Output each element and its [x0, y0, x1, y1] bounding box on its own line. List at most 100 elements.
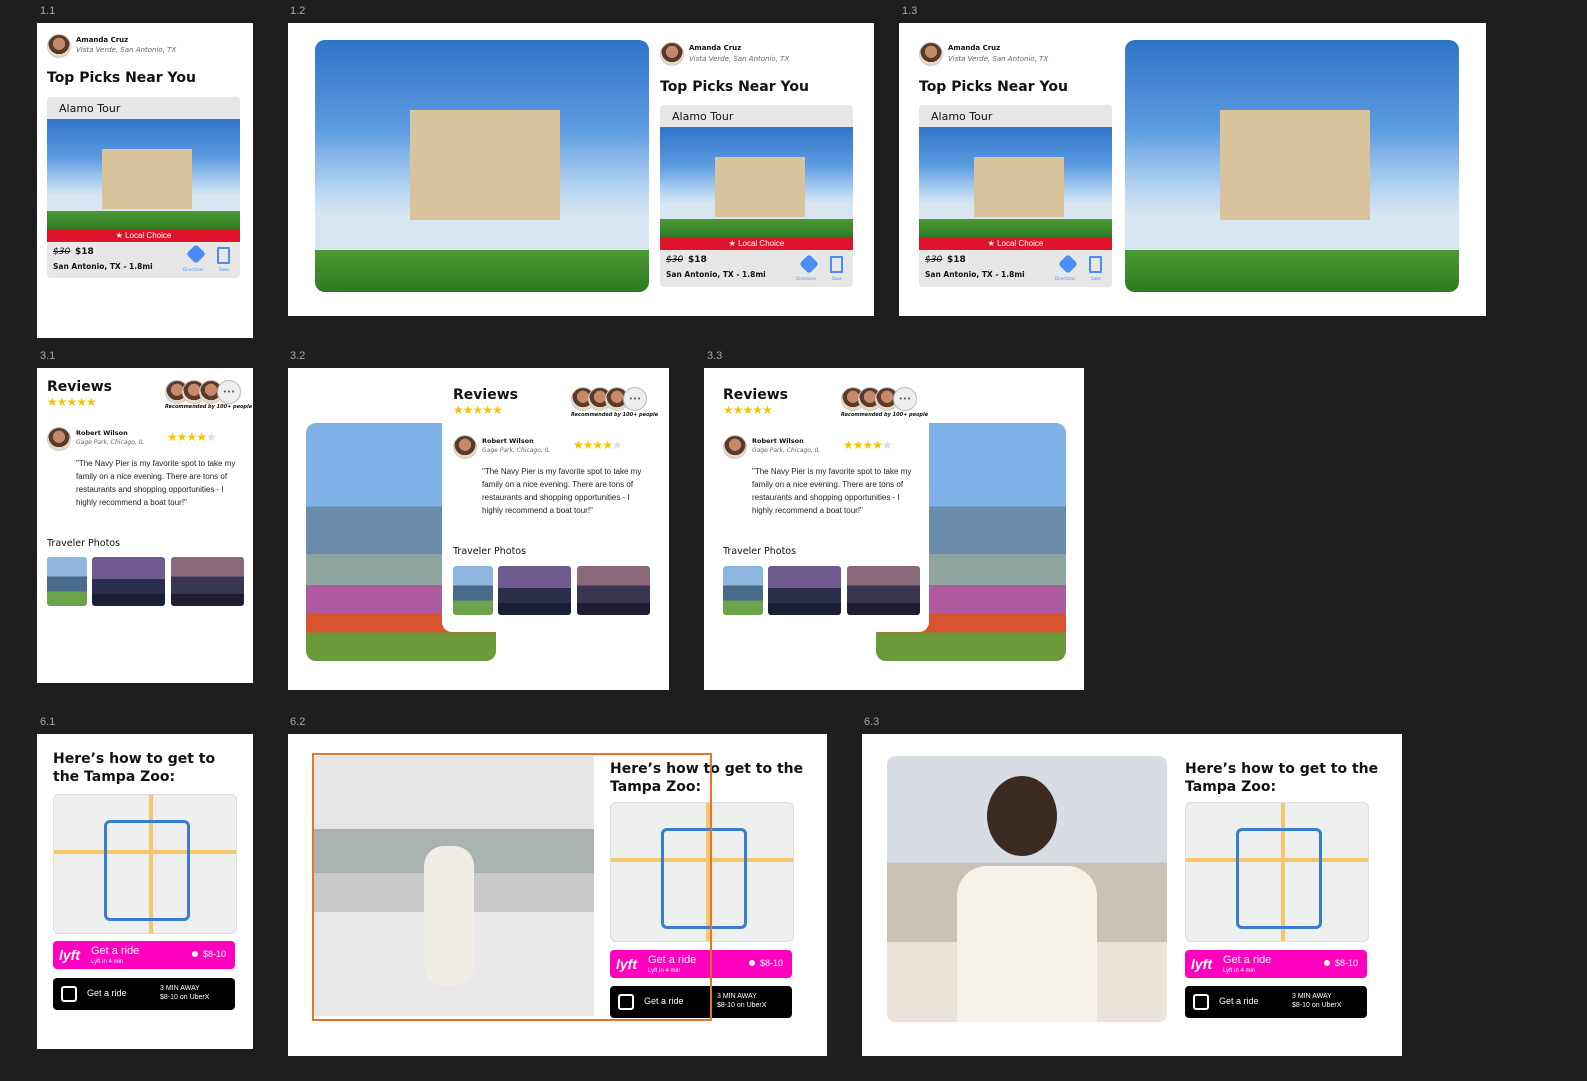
frame-label: 3.2 — [290, 350, 306, 362]
place: San Antonio, TX - 1.8mi — [666, 270, 766, 279]
frame-3-1[interactable]: Reviews ★★★★★ ••• Recommended by 100+ pe… — [37, 368, 253, 683]
user-name: Amanda Cruz — [689, 44, 742, 52]
alamo-photo — [47, 119, 240, 229]
person-hair-shape — [987, 776, 1057, 856]
traveler-photo[interactable] — [577, 566, 650, 615]
directions-icon[interactable] — [1058, 254, 1078, 274]
price: $18 — [75, 247, 94, 257]
traveler-photo[interactable] — [92, 557, 165, 606]
alamo-hero-photo — [1125, 40, 1459, 292]
traveler-photos-heading: Traveler Photos — [453, 546, 527, 557]
lyft-logo: lyft — [59, 947, 80, 963]
tour-card[interactable]: Alamo Tour ★ Local Choice $30 $18 San An… — [660, 105, 853, 287]
person-shirt-shape — [957, 866, 1097, 1022]
uber-logo-icon — [1193, 994, 1209, 1010]
reviewer-stars: ★★★★★ — [843, 438, 893, 452]
frame-3-2[interactable]: Reviews ★★★★★ ••• Recommended by 100+ pe… — [288, 368, 669, 690]
traveler-photo[interactable] — [47, 557, 87, 606]
building-shape — [974, 157, 1064, 217]
reviewer-avatar — [453, 435, 477, 459]
bookmark-icon[interactable] — [830, 256, 843, 273]
uber-ride-button[interactable]: Get a ride 3 MIN AWAY $8-10 on UberX — [53, 978, 235, 1010]
traveler-photo[interactable] — [768, 566, 841, 615]
alamo-photo — [660, 127, 853, 237]
frame-6-2[interactable]: Here’s how to get to the Tampa Zoo: lyft… — [288, 734, 827, 1056]
uber-ride-button[interactable]: Get a ride 3 MIN AWAY $8-10 on UberX — [1185, 986, 1367, 1018]
clock-icon — [1324, 960, 1330, 966]
frame-label: 3.1 — [40, 350, 56, 362]
reviewer-stars: ★★★★★ — [167, 430, 217, 444]
ride-heading: Here’s how to get to the Tampa Zoo: — [1185, 761, 1379, 795]
user-avatar — [660, 42, 684, 66]
building-shape — [715, 157, 805, 217]
more-avatars-icon[interactable]: ••• — [623, 387, 647, 411]
directions-label: Directions — [183, 267, 204, 272]
user-avatar — [919, 42, 943, 66]
reviewer-stars: ★★★★★ — [573, 438, 623, 452]
lyft-cta: Get a ride — [91, 945, 140, 957]
user-location: Vista Verde, San Antonio, TX — [689, 55, 790, 63]
bookmark-icon[interactable] — [217, 247, 230, 264]
tour-card[interactable]: Alamo Tour ★ Local Choice $30 $18 San An… — [919, 105, 1112, 287]
traveler-photo[interactable] — [171, 557, 244, 606]
user-location: Vista Verde, San Antonio, TX — [948, 55, 1049, 63]
reviews-heading: Reviews — [47, 379, 112, 395]
route-map[interactable] — [53, 794, 237, 934]
traveler-photo[interactable] — [847, 566, 920, 615]
more-avatars-icon[interactable]: ••• — [893, 387, 917, 411]
grass-shape — [660, 219, 853, 237]
bookmark-icon[interactable] — [1089, 256, 1102, 273]
page-title: Top Picks Near You — [919, 79, 1068, 95]
rating-stars: ★★★★★ — [723, 403, 773, 417]
traveler-photo[interactable] — [453, 566, 493, 615]
recommended-text: Recommended by 100+ people — [165, 404, 253, 410]
rating-stars: ★★★★★ — [47, 395, 97, 409]
lyft-logo: lyft — [1191, 956, 1212, 972]
uber-logo-icon — [61, 986, 77, 1002]
frame-6-1[interactable]: Here’s how to get to the Tampa Zoo: lyft… — [37, 734, 253, 1049]
uber-price: $8-10 on UberX — [1292, 1002, 1342, 1009]
clock-icon — [192, 951, 198, 957]
recommended-text: Recommended by 100+ people — [841, 412, 929, 418]
local-choice-badge: ★ Local Choice — [660, 237, 853, 250]
page-title: Top Picks Near You — [660, 79, 809, 95]
reviewer-name: Robert Wilson — [752, 437, 804, 445]
building-shape — [102, 149, 192, 209]
lyft-ride-button[interactable]: lyft Get a ride Lyft in 4 min $8-10 — [53, 941, 235, 969]
directions-icon[interactable] — [186, 244, 206, 264]
frame-1-3[interactable]: Amanda Cruz Vista Verde, San Antonio, TX… — [899, 23, 1486, 316]
user-location: Vista Verde, San Antonio, TX — [76, 46, 177, 54]
frame-label: 6.2 — [290, 716, 306, 728]
price: $18 — [947, 255, 966, 265]
reviews-panel: Reviews ★★★★★ ••• Recommended by 100+ pe… — [442, 378, 669, 632]
frame-1-1[interactable]: Amanda Cruz Vista Verde, San Antonio, TX… — [37, 23, 253, 338]
traveler-photo[interactable] — [498, 566, 571, 615]
reviewer-name: Robert Wilson — [482, 437, 534, 445]
frame-label: 1.2 — [290, 5, 306, 17]
tour-card[interactable]: Alamo Tour ★ Local Choice $30 $18 San An… — [47, 97, 240, 278]
user-avatar — [47, 34, 71, 58]
directions-icon[interactable] — [799, 254, 819, 274]
traveler-photo[interactable] — [723, 566, 763, 615]
local-choice-badge: ★ Local Choice — [47, 229, 240, 242]
frame-label: 1.3 — [902, 5, 918, 17]
card-title: Alamo Tour — [931, 110, 993, 123]
grass-shape — [47, 211, 240, 229]
more-avatars-icon[interactable]: ••• — [217, 380, 241, 404]
frame-1-2[interactable]: Amanda Cruz Vista Verde, San Antonio, TX… — [288, 23, 874, 316]
woman-hailing-photo — [887, 756, 1167, 1022]
frame-3-3[interactable]: Reviews ★★★★★ ••• Recommended by 100+ pe… — [704, 368, 1084, 690]
route-map[interactable] — [1185, 802, 1369, 942]
user-name: Amanda Cruz — [948, 44, 1001, 52]
frame-6-3[interactable]: Here’s how to get to the Tampa Zoo: lyft… — [862, 734, 1402, 1056]
frame-label: 6.3 — [864, 716, 880, 728]
price: $18 — [688, 255, 707, 265]
uber-price: $8-10 on UberX — [160, 994, 210, 1001]
lyft-ride-button[interactable]: lyft Get a ride Lyft in 4 min $8-10 — [1185, 950, 1367, 978]
uber-price: $8-10 on UberX — [717, 1002, 767, 1009]
selection-outline[interactable] — [312, 753, 712, 1021]
reviews-panel: Reviews ★★★★★ ••• Recommended by 100+ pe… — [712, 378, 929, 632]
lyft-price: $8-10 — [203, 949, 227, 959]
reviewer-avatar — [47, 427, 71, 451]
lyft-price: $8-10 — [1335, 958, 1359, 968]
